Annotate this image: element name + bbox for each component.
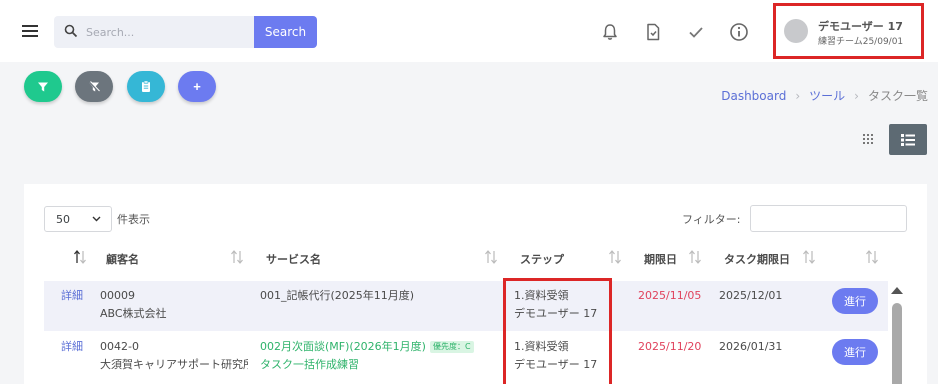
advance-button[interactable]: 進行 (832, 339, 878, 365)
due-date: 2025/11/20 (638, 340, 702, 353)
sort-icon[interactable] (229, 249, 245, 265)
table-scrollbar[interactable] (890, 284, 904, 384)
search-input[interactable] (86, 16, 250, 48)
due-date: 2025/11/05 (638, 289, 702, 302)
client-code: 00009 (100, 289, 135, 302)
advance-button[interactable]: 進行 (832, 288, 878, 314)
task-due-date: 2025/12/01 (719, 289, 783, 302)
breadcrumb-current: タスク一覧 (867, 89, 928, 103)
filter-button[interactable] (24, 71, 62, 102)
detail-link[interactable]: 詳細 (61, 338, 83, 356)
menu-icon[interactable] (22, 25, 38, 37)
chevron-right-icon: › (795, 89, 801, 103)
grid-icon (863, 134, 873, 144)
chevron-down-icon (92, 216, 101, 222)
search-box (54, 16, 254, 48)
client-name: ABC株式会社 (100, 307, 167, 320)
check-icon[interactable] (686, 22, 706, 42)
task-due-date: 2026/01/31 (719, 340, 783, 353)
table-row: 詳細 0042-0 大須賀キャリアサポート研究所 002月次面談(MF)(202… (44, 331, 888, 381)
search-button[interactable]: Search (254, 16, 317, 48)
service-sub[interactable]: タスク一括作成練習 (260, 356, 359, 374)
step-highlight-box (503, 278, 612, 384)
breadcrumb-tools[interactable]: ツール (809, 89, 845, 103)
priority-badge: 優先度：C (429, 341, 474, 353)
page-length-label: 件表示 (117, 213, 150, 226)
list-icon (901, 133, 915, 146)
sort-icon[interactable] (864, 249, 880, 265)
column-task-due[interactable]: タスク期限日 (724, 251, 790, 267)
grid-view-button[interactable] (855, 124, 881, 154)
service-name: 001_記帳代行(2025年11月度) (260, 289, 415, 302)
user-name: デモユーザー 17 (818, 20, 903, 33)
column-due[interactable]: 期限日 (644, 251, 677, 267)
scroll-thumb[interactable] (892, 303, 902, 384)
clear-filter-button[interactable] (75, 71, 113, 102)
sort-icon[interactable] (607, 249, 623, 265)
column-service[interactable]: サービス名 (266, 251, 321, 267)
user-menu[interactable]: デモユーザー 17 練習チーム25/09/01 (773, 3, 924, 59)
user-team: 練習チーム25/09/01 (818, 37, 904, 47)
sort-icon[interactable] (483, 249, 499, 265)
breadcrumb: Dashboard › ツール › タスク一覧 (721, 87, 928, 104)
chevron-right-icon: › (854, 89, 859, 103)
sort-icon[interactable] (801, 249, 817, 265)
sort-active-icon[interactable] (72, 249, 88, 265)
detail-link[interactable]: 詳細 (61, 287, 83, 305)
document-icon[interactable] (643, 22, 663, 42)
task-table-card: 50 件表示 フィルター: 顧客名 サービス名 ステップ 期限日 タスク期限日 … (24, 184, 927, 384)
filter-clear-icon (88, 80, 100, 93)
scroll-up-icon[interactable] (891, 287, 903, 294)
top-bar: Search デモユーザー 17 練習チーム25/09/01 (0, 0, 938, 62)
copy-button[interactable] (127, 71, 165, 102)
filter-icon (38, 82, 48, 91)
service-name[interactable]: 002月次面談(MF)(2026年1月度) 優先度：C (260, 338, 474, 356)
clipboard-icon (142, 80, 150, 92)
sort-icon[interactable] (687, 249, 703, 265)
info-icon[interactable] (729, 22, 749, 42)
client-name: 大須賀キャリアサポート研究所 (100, 358, 248, 371)
search-icon (64, 24, 78, 38)
filter-input[interactable] (750, 205, 907, 232)
client-code: 0042-0 (100, 340, 139, 353)
list-view-button[interactable] (889, 124, 927, 155)
column-step[interactable]: ステップ (520, 251, 564, 267)
bell-icon[interactable] (600, 22, 620, 42)
table-row: 詳細 00009 ABC株式会社 001_記帳代行(2025年11月度) 1.資… (44, 281, 888, 331)
column-client[interactable]: 顧客名 (106, 251, 139, 267)
page-length-select[interactable]: 50 (44, 206, 112, 232)
avatar (784, 19, 808, 43)
add-button[interactable]: + (178, 71, 216, 102)
breadcrumb-dashboard[interactable]: Dashboard (721, 89, 786, 103)
filter-label: フィルター: (682, 213, 741, 226)
